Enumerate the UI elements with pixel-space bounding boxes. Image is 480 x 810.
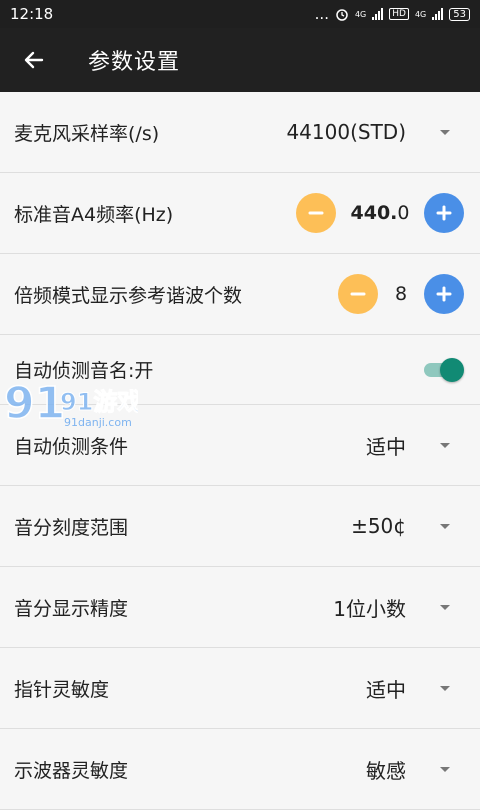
dropdown-value: ±50¢ [351,514,406,538]
setting-label: 标准音A4频率(Hz) [14,203,174,226]
chevron-down-icon [440,685,450,691]
needle-sensitivity-dropdown[interactable]: 适中 [366,674,466,703]
dropdown-value: 适中 [366,434,406,459]
back-button[interactable] [0,28,68,92]
setting-harmonics: 倍频模式显示参考谐波个数 8 [0,254,480,335]
signal-icon-2 [432,8,444,20]
auto-detect-toggle[interactable] [424,357,464,382]
setting-label: 音分刻度范围 [14,516,129,539]
decrement-button[interactable] [296,193,336,233]
setting-scope-sensitivity[interactable]: 示波器灵敏度 敏感 [0,729,480,810]
increment-button[interactable] [424,274,464,314]
cents-precision-dropdown[interactable]: 1位小数 [333,593,466,622]
chevron-down-icon [440,129,450,135]
status-icons: ... 4G HD 4G 53 [314,5,470,23]
setting-cents-precision[interactable]: 音分显示精度 1位小数 [0,567,480,648]
sample-rate-dropdown[interactable]: 44100(STD) [286,120,466,144]
chevron-down-icon [440,766,450,772]
setting-label: 示波器灵敏度 [14,759,129,782]
toolbar: 参数设置 [0,28,480,92]
plus-icon [436,205,452,221]
a4-frequency-stepper: 440.0 [296,193,464,233]
decrement-button[interactable] [338,274,378,314]
minus-icon [350,292,366,296]
hd-badge: HD [389,8,409,20]
dropdown-value: 敏感 [366,758,406,783]
dropdown-value: 适中 [366,677,406,702]
network-4g-label-2: 4G [414,9,427,19]
status-time: 12:18 [10,5,54,23]
setting-cents-range[interactable]: 音分刻度范围 ±50¢ [0,486,480,567]
plus-icon [436,286,452,302]
stepper-value-decimal: 0 [397,202,410,224]
setting-auto-detect[interactable]: 自动侦测音名:开 [0,335,480,405]
notification-dots: ... [314,5,329,23]
increment-button[interactable] [424,193,464,233]
toggle-knob [440,357,464,382]
settings-list: 麦克风采样率(/s) 44100(STD) 标准音A4频率(Hz) 440.0 … [0,92,480,810]
dropdown-value: 1位小数 [333,596,406,621]
minus-icon [308,211,324,215]
page-title: 参数设置 [88,50,181,75]
setting-label: 自动侦测音名:开 [14,360,154,382]
setting-label: 指针灵敏度 [14,678,110,701]
chevron-down-icon [440,604,450,610]
cents-range-dropdown[interactable]: ±50¢ [351,514,466,538]
alarm-icon [336,9,348,21]
detect-condition-dropdown[interactable]: 适中 [366,431,466,460]
setting-needle-sensitivity[interactable]: 指针灵敏度 适中 [0,648,480,729]
battery-icon: 53 [449,7,470,21]
setting-label: 麦克风采样率(/s) [14,122,160,145]
setting-a4-frequency: 标准音A4频率(Hz) 440.0 [0,173,480,254]
status-bar: 12:18 ... 4G HD 4G 53 [0,0,480,28]
chevron-down-icon [440,442,450,448]
chevron-down-icon [440,523,450,529]
setting-sample-rate[interactable]: 麦克风采样率(/s) 44100(STD) [0,92,480,173]
stepper-value-main: 440. [350,202,398,224]
stepper-value: 440.0 [336,202,424,224]
setting-label: 自动侦测条件 [14,435,129,458]
setting-label: 音分显示精度 [14,597,129,620]
setting-detect-condition[interactable]: 自动侦测条件 适中 [0,405,480,486]
network-4g-label-1: 4G [354,9,367,19]
harmonics-stepper: 8 [338,274,464,314]
stepper-value: 8 [394,283,408,305]
arrow-left-icon [24,51,44,69]
signal-icon-1 [372,8,384,20]
dropdown-value: 44100(STD) [286,120,406,144]
setting-label: 倍频模式显示参考谐波个数 [14,284,243,307]
scope-sensitivity-dropdown[interactable]: 敏感 [366,755,466,784]
